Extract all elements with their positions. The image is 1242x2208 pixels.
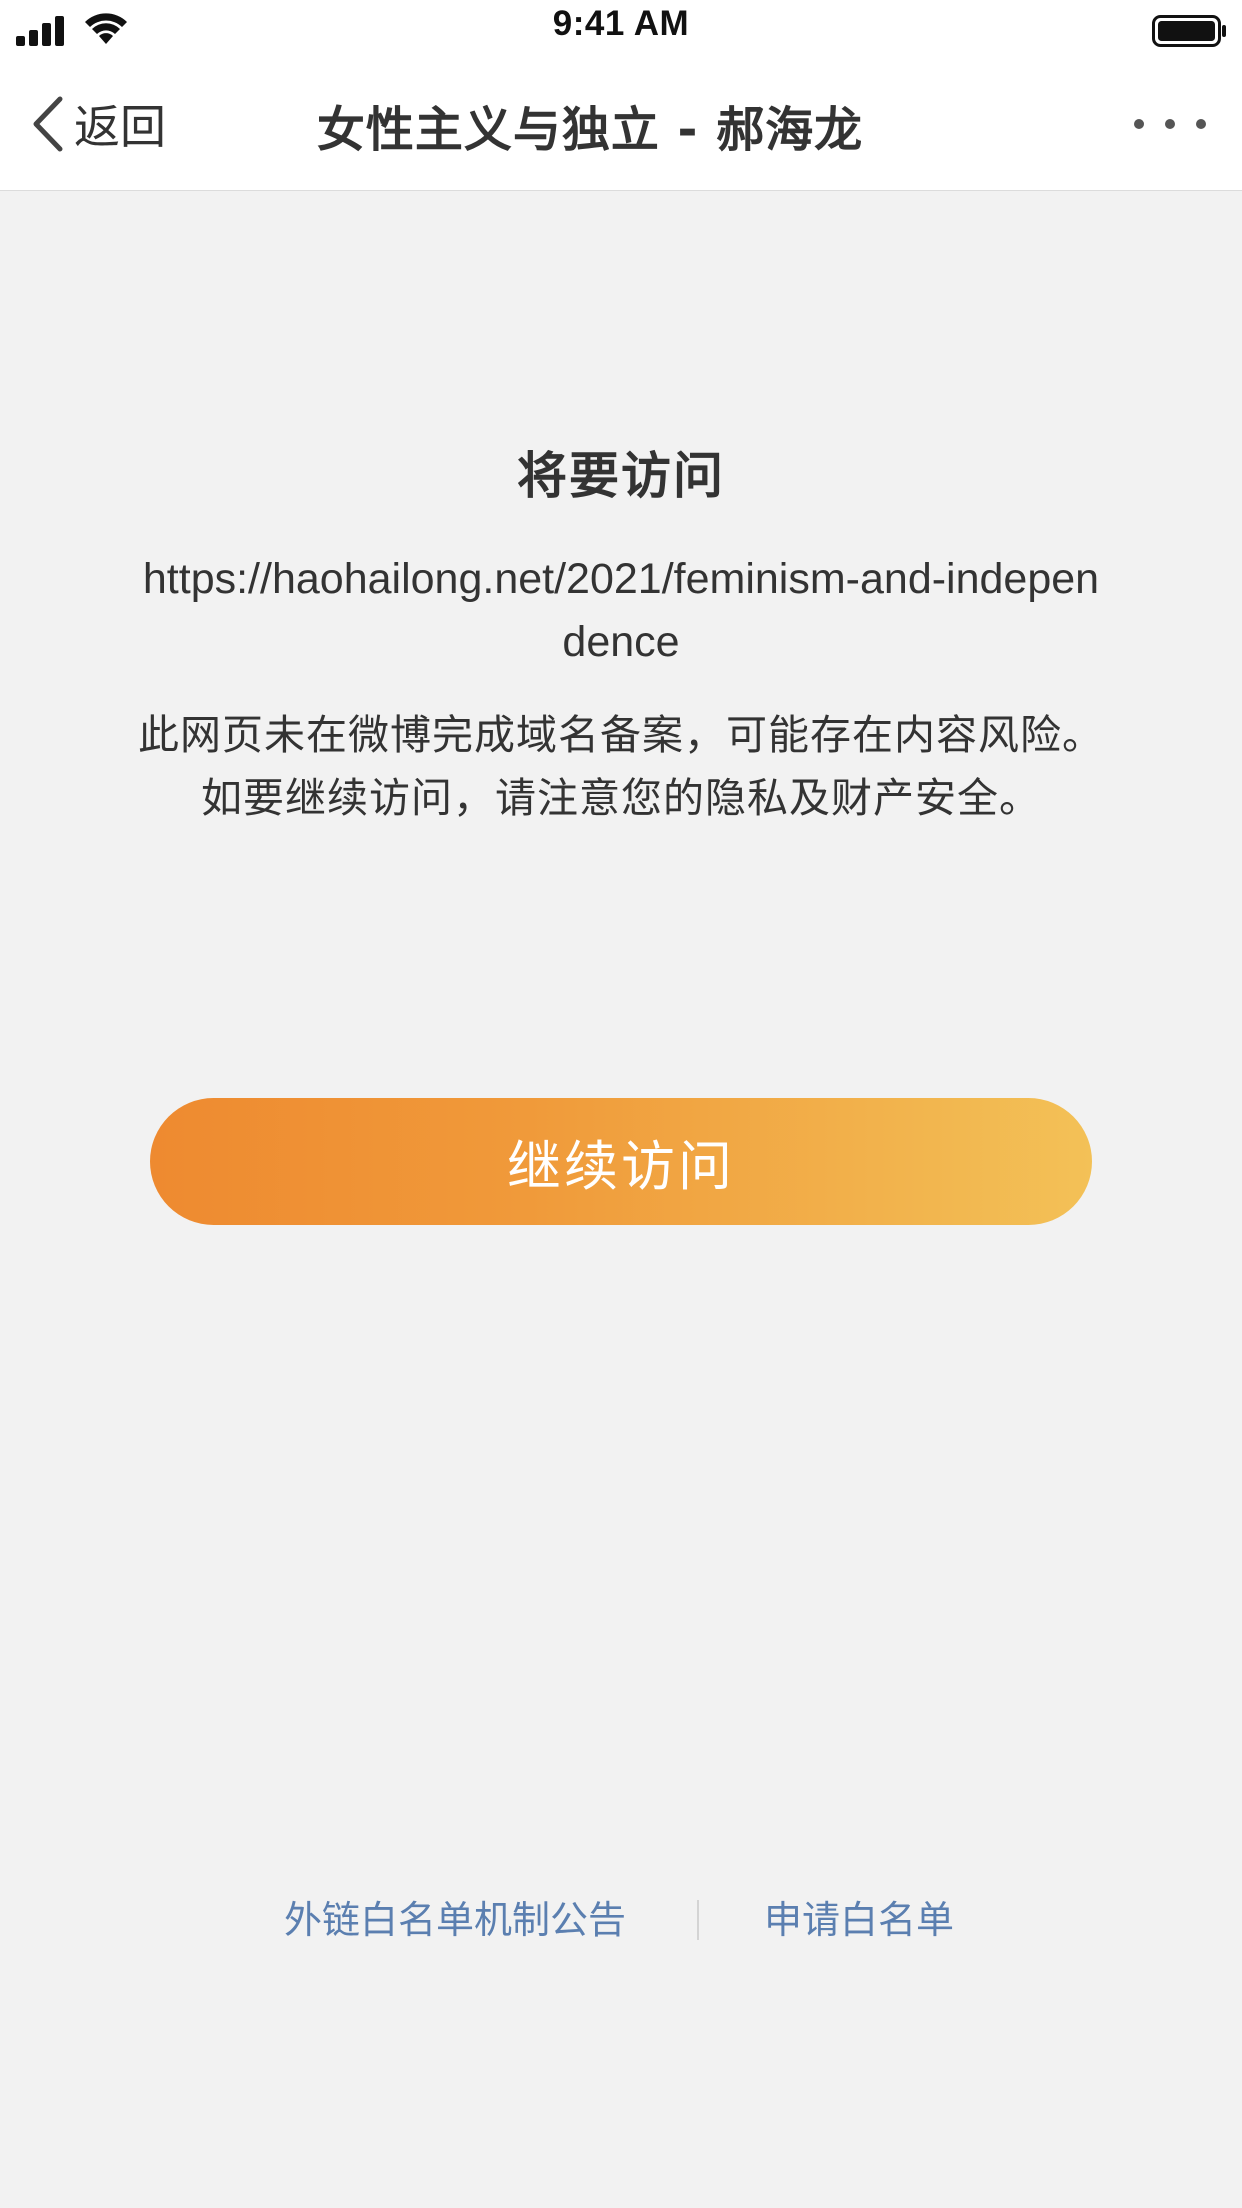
status-time: 9:41 AM bbox=[552, 4, 690, 43]
more-icon bbox=[1134, 119, 1144, 129]
page-title: 女性主义与独立 - 郝海龙 bbox=[316, 102, 864, 158]
footer-divider bbox=[697, 1900, 699, 1940]
risk-warning: 此网页未在微博完成域名备案，可能存在内容风险。 如要继续访问，请注意您的隐私及财… bbox=[80, 704, 1162, 830]
more-button[interactable] bbox=[1134, 112, 1206, 136]
more-icon-dot bbox=[1165, 119, 1175, 129]
risk-warning-line-1: 此网页未在微博完成域名备案，可能存在内容风险。 bbox=[138, 711, 1104, 759]
chevron-left-icon bbox=[33, 96, 63, 152]
back-button[interactable]: 返回 bbox=[30, 94, 166, 154]
status-bar: 9:41 AM bbox=[0, 0, 1242, 60]
risk-warning-line-2: 如要继续访问，请注意您的隐私及财产安全。 bbox=[201, 774, 1041, 822]
navigation-bar: 返回 女性主义与独立 - 郝海龙 bbox=[0, 60, 1242, 191]
target-url: https://haohailong.net/2021/feminism-and… bbox=[142, 555, 1100, 666]
back-label: 返回 bbox=[74, 100, 166, 154]
more-icon-dot bbox=[1196, 119, 1206, 129]
whitelist-notice-link[interactable]: 外链白名单机制公告 bbox=[284, 1890, 626, 1950]
footer-links: 外链白名单机制公告 申请白名单 bbox=[0, 1890, 1242, 1950]
apply-whitelist-link[interactable]: 申请白名单 bbox=[764, 1890, 954, 1950]
battery-icon bbox=[1152, 15, 1226, 47]
visit-headline: 将要访问 bbox=[517, 447, 725, 505]
continue-visit-label: 继续访问 bbox=[507, 1135, 735, 1198]
continue-visit-button[interactable]: 继续访问 bbox=[150, 1098, 1092, 1225]
